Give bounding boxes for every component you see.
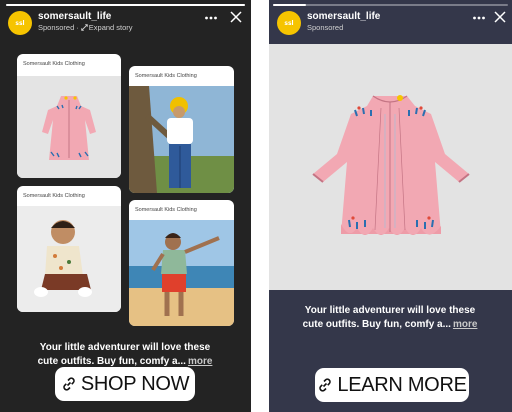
avatar[interactable]: ssl: [277, 11, 301, 35]
shop-now-button[interactable]: SHOP NOW: [55, 367, 195, 401]
story-header: ssl somersault_life Sponsored · Expand sto…: [0, 8, 251, 42]
story-progress-bar: [273, 4, 508, 6]
more-options-button[interactable]: [470, 11, 488, 29]
story-left: ssl somersault_life Sponsored · Expand sto…: [0, 0, 251, 412]
learn-more-button[interactable]: LEARN MORE: [315, 368, 469, 402]
more-horizontal-icon: [473, 16, 485, 20]
caption-line-2: cute outfits. Buy fun, comfy a... more: [279, 318, 501, 332]
tile-label: Somersault Kids Clothing: [23, 61, 85, 67]
expand-story-label: Expand story: [88, 23, 133, 32]
product-tile[interactable]: Somersault Kids Clothing: [17, 186, 121, 312]
caption-line-1: Your little adventurer will love these: [304, 305, 476, 316]
product-image-boy-beach: [129, 220, 234, 326]
learn-more-label: LEARN MORE: [337, 373, 467, 396]
product-tile[interactable]: Somersault Kids Clothing: [17, 54, 121, 178]
product-image-dress: [17, 76, 121, 178]
link-icon: [319, 378, 332, 392]
meta-separator: ·: [76, 23, 79, 32]
caption-line-1: Your little adventurer will love these: [39, 342, 211, 353]
story-right: ssl somersault_life Sponsored Your littl…: [269, 0, 512, 412]
product-tile[interactable]: Somersault Kids Clothing: [129, 200, 234, 326]
shop-now-label: SHOP NOW: [80, 372, 190, 395]
expand-story-link[interactable]: Expand story: [81, 23, 133, 32]
avatar-logo: ssl: [284, 19, 294, 27]
sponsored-label: Sponsored: [38, 23, 75, 32]
story-caption: Your little adventurer will love these c…: [279, 304, 501, 332]
story-header: ssl somersault_life Sponsored: [269, 8, 512, 42]
caption-line-2-text: cute outfits. Buy fun, comfy a...: [302, 319, 451, 330]
expand-icon: [81, 24, 88, 31]
product-image-boy-tree: [129, 86, 234, 193]
tile-label: Somersault Kids Clothing: [23, 193, 85, 199]
avatar[interactable]: ssl: [8, 11, 32, 35]
story-caption: Your little adventurer will love these c…: [14, 341, 236, 369]
account-name[interactable]: somersault_life: [307, 11, 380, 22]
story-progress-fill: [273, 4, 306, 6]
story-progress-fill: [6, 4, 245, 6]
account-name[interactable]: somersault_life: [38, 11, 111, 22]
more-link[interactable]: more: [453, 319, 477, 330]
link-icon: [63, 377, 75, 391]
caption-line-2-text: cute outfits. Buy fun, comfy a...: [37, 356, 186, 367]
tile-label: Somersault Kids Clothing: [135, 73, 197, 79]
product-tile[interactable]: Somersault Kids Clothing: [129, 66, 234, 193]
avatar-logo: ssl: [15, 19, 25, 27]
sponsored-label: Sponsored: [307, 23, 344, 32]
product-image-dress-large[interactable]: [269, 44, 512, 290]
story-meta: Sponsored: [307, 23, 343, 32]
story-progress-bar: [6, 4, 245, 6]
more-horizontal-icon: [205, 16, 217, 20]
close-button[interactable]: [491, 11, 509, 27]
tile-label: Somersault Kids Clothing: [135, 207, 197, 213]
story-meta: Sponsored · Expand story: [38, 23, 133, 32]
close-button[interactable]: [227, 11, 245, 27]
more-options-button[interactable]: [202, 11, 220, 29]
close-icon: [494, 11, 506, 23]
product-image-toddler: [17, 206, 121, 312]
more-link[interactable]: more: [188, 356, 212, 367]
close-icon: [230, 11, 242, 23]
